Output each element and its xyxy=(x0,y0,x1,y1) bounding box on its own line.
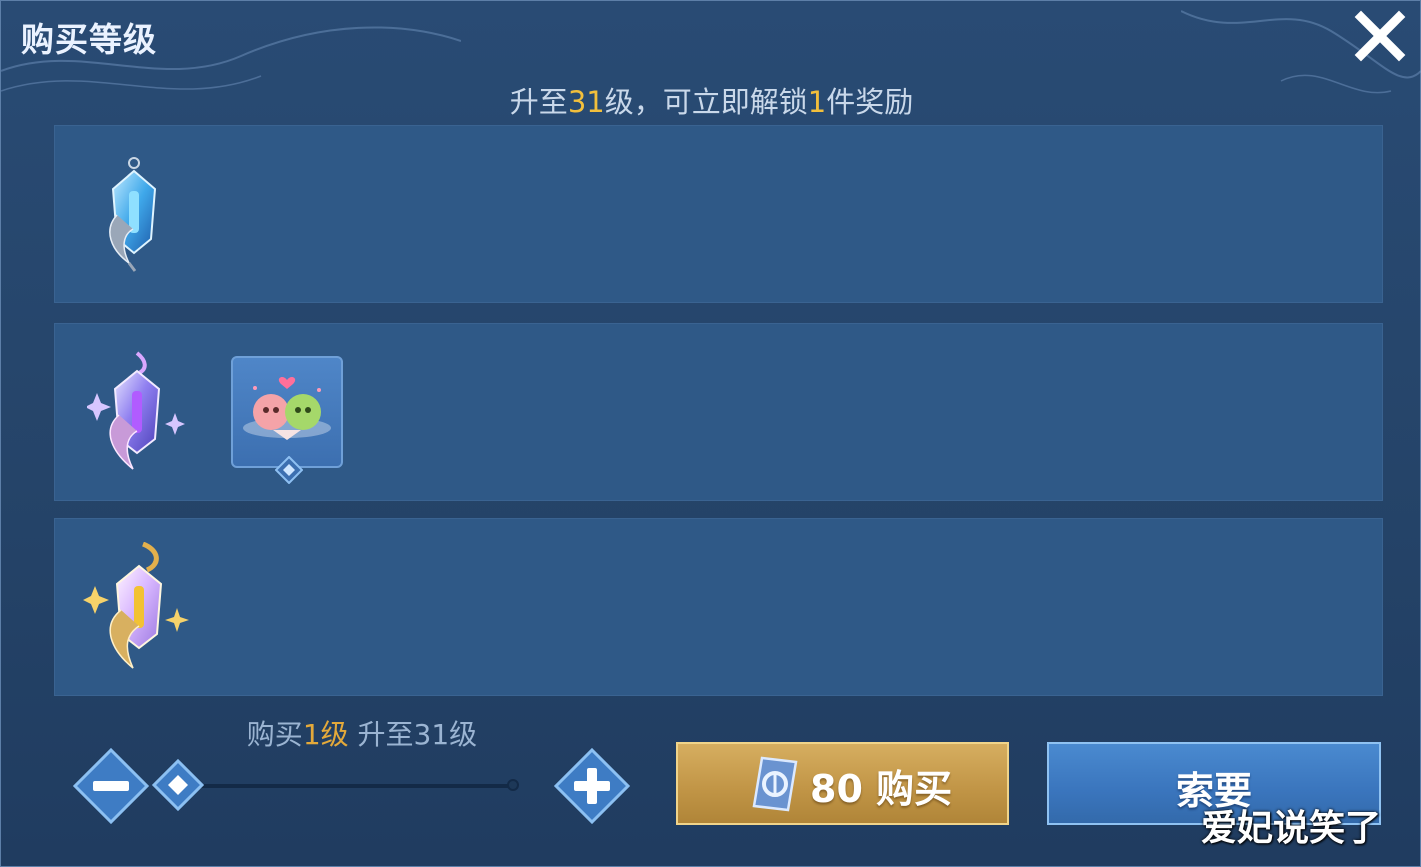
minus-button[interactable] xyxy=(73,748,149,824)
minus-icon xyxy=(93,781,129,791)
buy-button-label: 80 购买 xyxy=(810,767,953,811)
purple-crystal-icon xyxy=(87,351,185,470)
emote-card-icon xyxy=(243,377,331,440)
dialog-title: 购买等级 xyxy=(21,20,157,59)
coupon-icon xyxy=(752,756,798,812)
blue-crystal-icon xyxy=(109,157,157,272)
unlock-summary: 升至31级，可立即解锁1件奖励 xyxy=(1,79,1421,121)
buy-target: 升至31级 xyxy=(357,718,478,751)
level-slider-track[interactable] xyxy=(181,784,514,788)
buy-prefix: 购买 xyxy=(246,718,303,751)
buy-button[interactable]: 80 购买 xyxy=(676,742,1009,825)
subtitle-suffix: 件奖励 xyxy=(826,85,914,119)
gold-crystal-icon xyxy=(83,542,189,669)
watermark-text: 爱妃说笑了 xyxy=(1201,808,1382,849)
subtitle-middle: 级，可立即解锁 xyxy=(604,85,808,119)
reward-row-basic xyxy=(54,125,1383,303)
purchase-summary: 购买1级 升至31级 xyxy=(1,713,723,753)
level-slider-handle[interactable] xyxy=(151,758,205,812)
close-icon[interactable] xyxy=(1353,9,1407,63)
diamond-marker-icon xyxy=(275,456,303,484)
buy-count: 1级 xyxy=(302,718,349,751)
reward-row-premium xyxy=(54,518,1383,696)
level-slider-end xyxy=(507,779,519,791)
subtitle-level: 31 xyxy=(567,85,605,119)
reward-row-advanced xyxy=(54,323,1383,501)
plus-button[interactable] xyxy=(554,748,630,824)
subtitle-prefix: 升至 xyxy=(509,85,568,119)
purchase-level-dialog: 购买等级 升至31级，可立即解锁1件奖励 购买1级 升至31级 80 购买 索要… xyxy=(0,0,1421,867)
subtitle-count: 1 xyxy=(807,85,827,119)
emote-reward-card[interactable] xyxy=(231,356,343,484)
